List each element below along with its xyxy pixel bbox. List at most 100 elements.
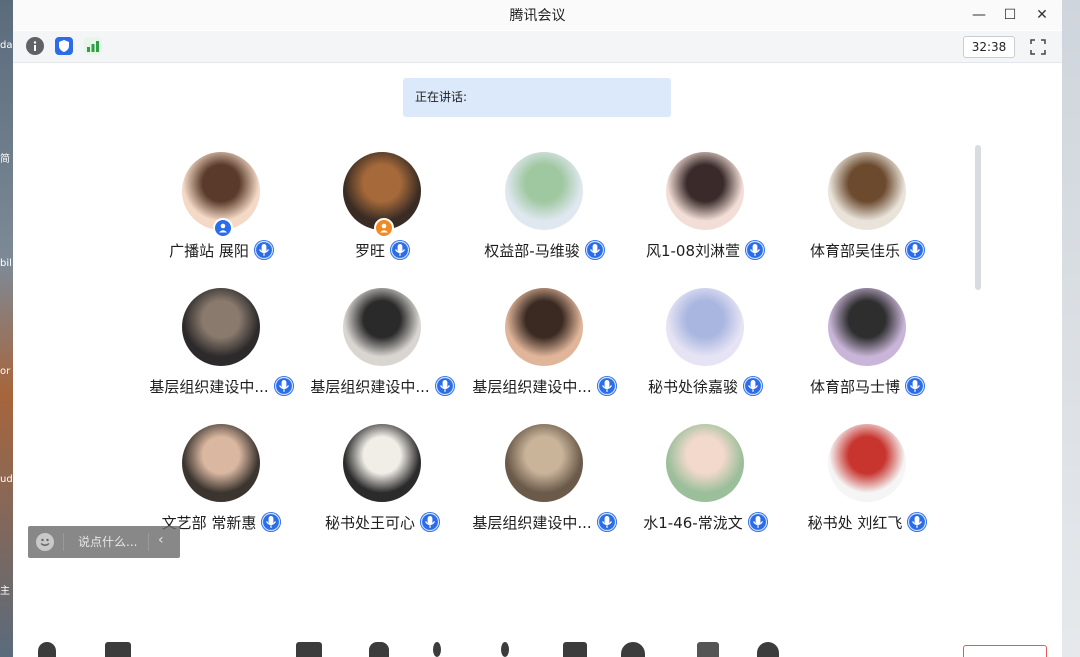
participant-name: 广播站 展阳 <box>169 241 249 260</box>
desktop-icon-label[interactable]: ud <box>0 474 13 485</box>
participant-tile[interactable]: 秘书处徐嘉骏 <box>625 288 787 418</box>
participant-name: 基层组织建设中... <box>472 377 592 396</box>
desktop-icon-label[interactable]: bil <box>0 258 13 269</box>
participant-name-row: 基层组织建设中... <box>302 374 464 398</box>
minimize-button[interactable]: — <box>969 6 989 24</box>
participant-tile[interactable]: 秘书处王可心 <box>302 424 464 554</box>
participant-name: 罗旺 <box>354 241 385 260</box>
participant-tile[interactable]: 秘书处 刘红飞 <box>787 424 949 554</box>
participant-tile[interactable]: 广播站 展阳 <box>141 152 303 282</box>
participant-avatar[interactable] <box>505 152 583 230</box>
participant-name-row: 广播站 展阳 <box>141 238 303 262</box>
participant-tile[interactable]: 基层组织建设中... <box>464 288 626 418</box>
participant-name-row: 体育部吴佳乐 <box>787 238 949 262</box>
participant-name: 基层组织建设中... <box>149 377 269 396</box>
microphone-icon <box>744 239 766 261</box>
info-icon[interactable] <box>26 37 44 55</box>
participant-name-row: 基层组织建设中... <box>141 374 303 398</box>
participant-name: 风1-08刘淋萱 <box>645 241 741 260</box>
meeting-control-bar <box>13 630 1062 657</box>
microphone-icon <box>419 511 441 533</box>
participant-grid-scrollbar[interactable] <box>975 145 981 290</box>
participant-name-row: 秘书处王可心 <box>302 510 464 534</box>
microphone-icon <box>747 511 769 533</box>
signal-icon[interactable] <box>84 37 102 55</box>
participant-avatar[interactable] <box>182 288 260 366</box>
participant-tile[interactable]: 权益部-马维骏 <box>464 152 626 282</box>
participant-avatar[interactable] <box>343 424 421 502</box>
chat-divider <box>148 533 149 551</box>
desktop-icon-label[interactable]: 主 <box>0 582 13 597</box>
participant-avatar[interactable] <box>828 152 906 230</box>
participant-avatar[interactable] <box>505 288 583 366</box>
participant-avatar[interactable] <box>666 152 744 230</box>
camera-off-icon[interactable] <box>105 642 131 657</box>
meeting-window: 腾讯会议 — ☐ ✕ 32:38 正在讲话: 广播站 展阳 罗旺 权益部-马维骏 风1… <box>13 0 1062 657</box>
participant-name: 秘书处王可心 <box>324 513 415 532</box>
participant-tile[interactable]: 体育部马士博 <box>787 288 949 418</box>
microphone-icon <box>596 511 618 533</box>
chat-divider <box>63 533 64 551</box>
participant-name-row: 体育部马士博 <box>787 374 949 398</box>
share-screen-icon[interactable] <box>296 642 322 657</box>
desktop-icon-label[interactable]: da <box>0 40 13 51</box>
participant-name-row: 秘书处 刘红飞 <box>787 510 949 534</box>
desktop-background-left <box>0 0 13 657</box>
participant-name-row: 基层组织建设中... <box>464 374 626 398</box>
fullscreen-icon[interactable] <box>1027 36 1049 58</box>
close-button[interactable]: ✕ <box>1032 6 1052 24</box>
chat-input-bar[interactable]: 说点什么... ‹ <box>28 526 180 558</box>
participant-avatar[interactable] <box>182 424 260 502</box>
participant-tile[interactable]: 基层组织建设中... <box>141 288 303 418</box>
participant-avatar[interactable] <box>505 424 583 502</box>
microphone-icon <box>389 239 411 261</box>
participant-name-row: 罗旺 <box>302 238 464 262</box>
participant-tile[interactable]: 体育部吴佳乐 <box>787 152 949 282</box>
participant-tile[interactable]: 罗旺 <box>302 152 464 282</box>
microphone-muted-icon[interactable] <box>38 642 56 657</box>
end-meeting-button[interactable] <box>963 645 1047 657</box>
participant-name: 秘书处徐嘉骏 <box>647 377 738 396</box>
microphone-icon <box>434 375 456 397</box>
participant-name: 体育部马士博 <box>809 377 900 396</box>
participant-tile[interactable]: 风1-08刘淋萱 <box>625 152 787 282</box>
maximize-button[interactable]: ☐ <box>1000 6 1020 24</box>
microphone-icon <box>906 511 928 533</box>
participant-name: 权益部-马维骏 <box>484 241 580 260</box>
participant-name: 基层组织建设中... <box>310 377 430 396</box>
title-bar: 腾讯会议 — ☐ ✕ <box>13 0 1062 30</box>
settings-gear-icon[interactable] <box>757 642 779 657</box>
microphone-icon <box>273 375 295 397</box>
window-title: 腾讯会议 <box>509 8 566 24</box>
microphone-icon <box>596 375 618 397</box>
participant-name: 水1-46-常泷文 <box>643 513 743 532</box>
participant-avatar[interactable] <box>666 288 744 366</box>
collapse-chat-button[interactable]: ‹ <box>158 532 164 548</box>
participant-avatar[interactable] <box>828 424 906 502</box>
participant-avatar[interactable] <box>666 424 744 502</box>
invite-icon[interactable] <box>501 642 509 657</box>
security-icon[interactable] <box>369 642 389 657</box>
participant-name: 基层组织建设中... <box>472 513 592 532</box>
participant-tile[interactable]: 基层组织建设中... <box>302 288 464 418</box>
participant-tile[interactable]: 基层组织建设中... <box>464 424 626 554</box>
cohost-badge-icon <box>374 218 394 238</box>
chat-input[interactable]: 说点什么... <box>78 533 137 550</box>
host-badge-icon <box>213 218 233 238</box>
participant-name-row: 水1-46-常泷文 <box>625 510 787 534</box>
participant-name: 体育部吴佳乐 <box>809 241 900 260</box>
participant-avatar[interactable] <box>343 288 421 366</box>
desktop-icon-label[interactable]: 简 <box>0 150 13 165</box>
participant-name-row: 权益部-马维骏 <box>464 238 626 262</box>
participant-tile[interactable]: 水1-46-常泷文 <box>625 424 787 554</box>
participant-name-row: 基层组织建设中... <box>464 510 626 534</box>
layout-icon[interactable] <box>697 642 719 657</box>
emoji-icon[interactable] <box>36 533 54 551</box>
active-speaker-banner: 正在讲话: <box>403 78 671 117</box>
desktop-icon-label[interactable]: or <box>0 366 13 377</box>
shield-icon[interactable] <box>55 37 73 55</box>
record-icon[interactable] <box>621 642 645 657</box>
participants-icon[interactable] <box>433 642 441 657</box>
participant-avatar[interactable] <box>828 288 906 366</box>
apps-icon[interactable] <box>563 642 587 657</box>
